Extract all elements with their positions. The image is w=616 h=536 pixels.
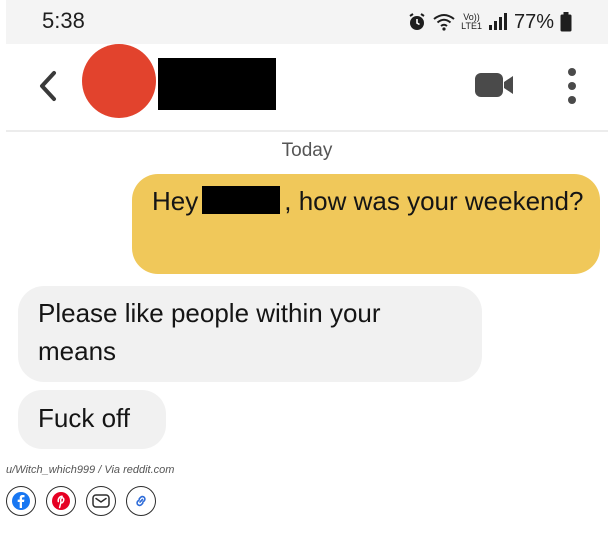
message-text-end: , how was your weekend?: [284, 186, 584, 216]
received-message: Fuck off: [18, 390, 166, 449]
email-share-button[interactable]: [86, 486, 116, 516]
battery-percent: 77%: [513, 10, 554, 33]
volte-indicator: Vo)) LTE1: [461, 13, 482, 31]
pinterest-icon: [52, 492, 70, 510]
facebook-icon: [12, 492, 30, 510]
alarm-icon: [409, 13, 425, 30]
redacted-name: [202, 186, 281, 214]
wifi-icon: [433, 14, 455, 31]
status-icons: Vo)) LTE1 77%: [407, 10, 572, 34]
link-icon: [136, 495, 146, 507]
image-credit[interactable]: u/Witch_which999 / Via reddit.com: [6, 464, 174, 476]
more-icon[interactable]: [562, 66, 582, 106]
sent-message: Hey , how was your weekend?: [132, 174, 600, 274]
battery-icon: [560, 12, 572, 32]
signal-icon: [488, 13, 507, 30]
share-bar: [6, 486, 156, 516]
email-icon: [92, 494, 110, 508]
facebook-share-button[interactable]: [6, 486, 36, 516]
video-call-icon[interactable]: [474, 70, 516, 100]
message-text-start: Hey: [152, 186, 199, 216]
back-icon[interactable]: [34, 68, 62, 104]
avatar[interactable]: [82, 44, 156, 118]
pinterest-share-button[interactable]: [46, 486, 76, 516]
chat-header: [6, 44, 608, 132]
lte-label: LTE1: [461, 21, 482, 31]
received-message: Please like people within your means: [18, 286, 482, 382]
contact-name-redacted[interactable]: [158, 58, 276, 110]
status-time: 5:38: [42, 8, 85, 33]
chat-screenshot: 5:38 Vo)) LTE1 77% Today Hey , how was y…: [6, 0, 608, 452]
status-bar: 5:38 Vo)) LTE1 77%: [6, 0, 608, 44]
copy-link-button[interactable]: [126, 486, 156, 516]
day-separator: Today: [281, 140, 333, 161]
